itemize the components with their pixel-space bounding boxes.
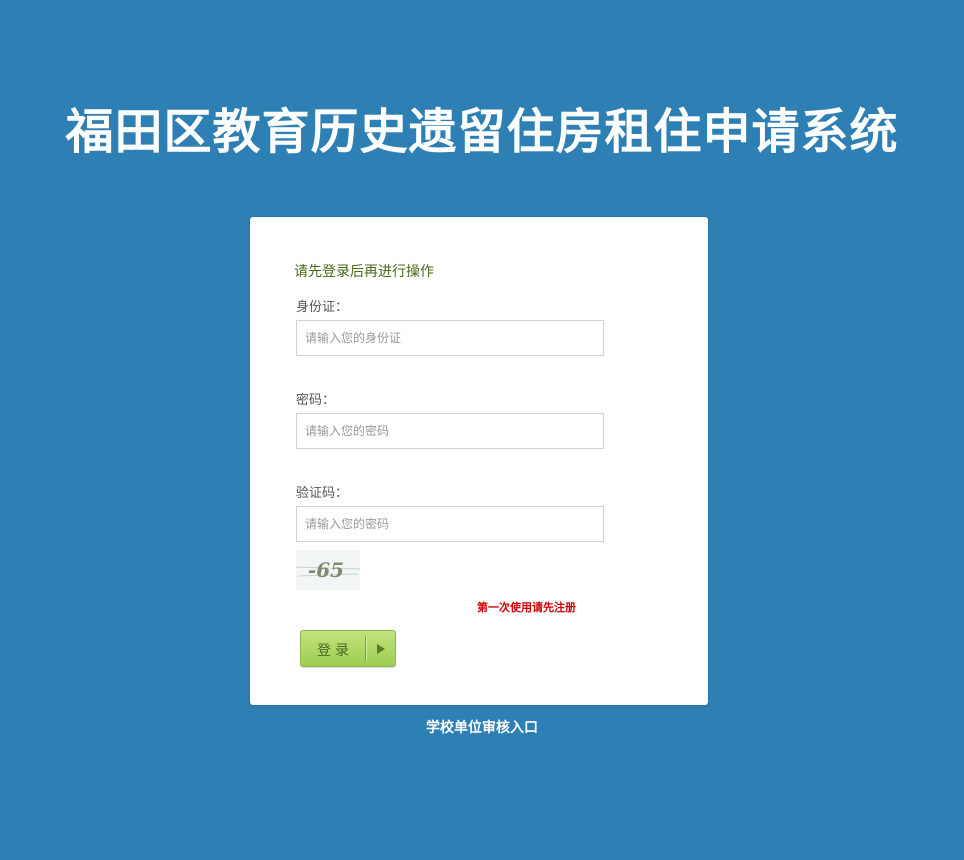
page-title: 福田区教育历史遗留住房租住申请系统 xyxy=(65,104,899,160)
button-divider xyxy=(365,636,366,661)
play-arrow-icon xyxy=(377,644,385,654)
login-button[interactable]: 登录 xyxy=(300,630,396,667)
login-card: 请先登录后再进行操作 身份证： 密码： 验证码： -65 第一次使用请先注册 登… xyxy=(250,217,708,705)
id-label: 身份证： xyxy=(296,300,349,315)
password-label: 密码： xyxy=(296,393,336,408)
school-review-link[interactable]: 学校单位审核入口 xyxy=(0,717,964,737)
register-link[interactable]: 第一次使用请先注册 xyxy=(477,599,576,615)
password-input[interactable] xyxy=(296,413,604,449)
captcha-input[interactable] xyxy=(296,506,604,542)
captcha-label: 验证码： xyxy=(296,486,349,501)
captcha-image[interactable]: -65 xyxy=(295,550,361,590)
login-notice: 请先登录后再进行操作 xyxy=(294,264,434,280)
captcha-text: -65 xyxy=(308,558,344,582)
id-input[interactable] xyxy=(296,320,604,356)
login-button-label: 登录 xyxy=(317,643,353,659)
